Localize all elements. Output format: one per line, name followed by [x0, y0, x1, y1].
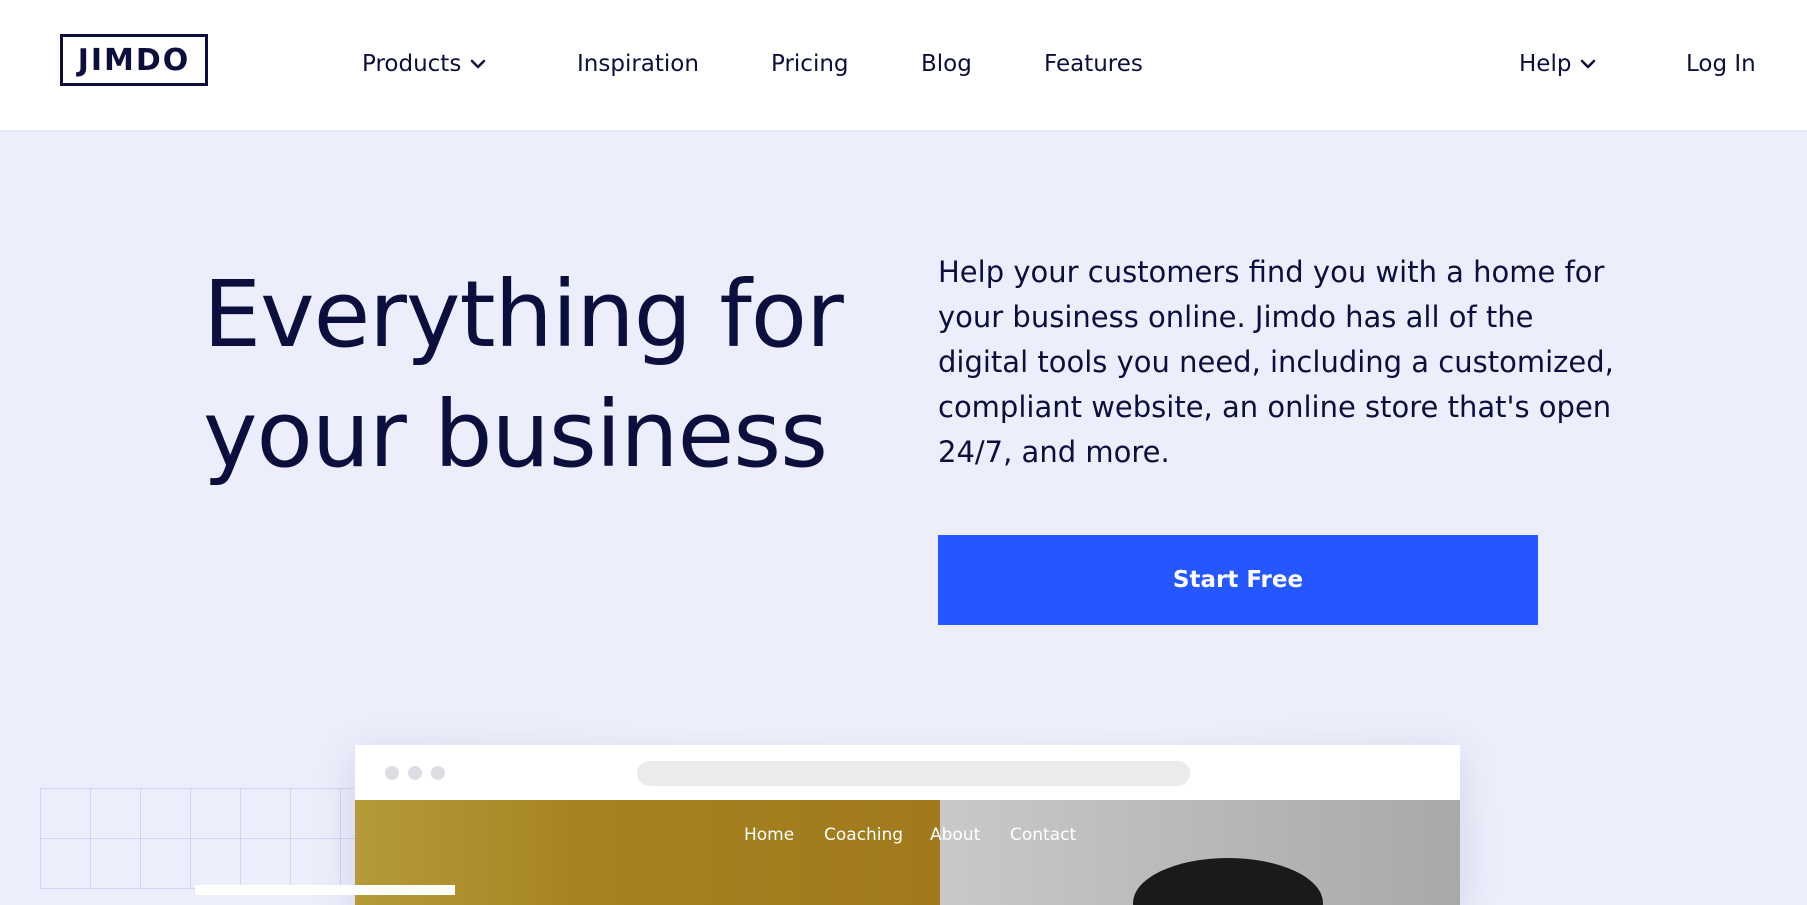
grid-decoration — [40, 788, 360, 889]
nav-products-label: Products — [362, 51, 462, 77]
nav-login-label: Log In — [1686, 51, 1756, 77]
preview-card-edge — [195, 885, 455, 895]
preview-nav-home: Home — [744, 825, 795, 845]
window-dot-icon — [431, 766, 445, 780]
nav-help[interactable]: Help — [1519, 46, 1597, 82]
nav-login[interactable]: Log In — [1686, 46, 1756, 82]
hero-title: Everything for your business — [203, 255, 923, 495]
start-free-button[interactable]: Start Free — [938, 535, 1538, 625]
hero-description: Help your customers find you with a home… — [938, 255, 1614, 469]
site-header: JIMDO Products Inspiration Pricing Blog … — [0, 0, 1807, 130]
hero-title-line-2: your business — [203, 381, 828, 488]
jimdo-logo[interactable]: JIMDO — [60, 34, 208, 86]
hero-title-line-1: Everything for — [203, 261, 844, 368]
nav-products[interactable]: Products — [362, 46, 487, 82]
nav-blog[interactable]: Blog — [921, 46, 972, 82]
browser-toolbar — [355, 745, 1460, 800]
nav-blog-label: Blog — [921, 51, 972, 77]
nav-help-label: Help — [1519, 51, 1572, 77]
address-bar — [637, 761, 1190, 786]
website-preview-mockup: Home Coaching About Contact — [355, 745, 1460, 905]
site-preview-content: Home Coaching About Contact — [355, 800, 1460, 905]
nav-inspiration[interactable]: Inspiration — [577, 46, 699, 82]
preview-nav-about: About — [930, 825, 981, 845]
window-dot-icon — [408, 766, 422, 780]
nav-inspiration-label: Inspiration — [577, 51, 699, 77]
window-dot-icon — [385, 766, 399, 780]
chevron-down-icon — [1581, 59, 1596, 69]
nav-pricing-label: Pricing — [771, 51, 849, 77]
nav-pricing[interactable]: Pricing — [771, 46, 849, 82]
chevron-down-icon — [471, 59, 486, 69]
nav-features[interactable]: Features — [1044, 46, 1143, 82]
preview-nav-contact: Contact — [1010, 825, 1077, 845]
preview-nav-coaching: Coaching — [824, 825, 904, 845]
nav-features-label: Features — [1044, 51, 1143, 77]
